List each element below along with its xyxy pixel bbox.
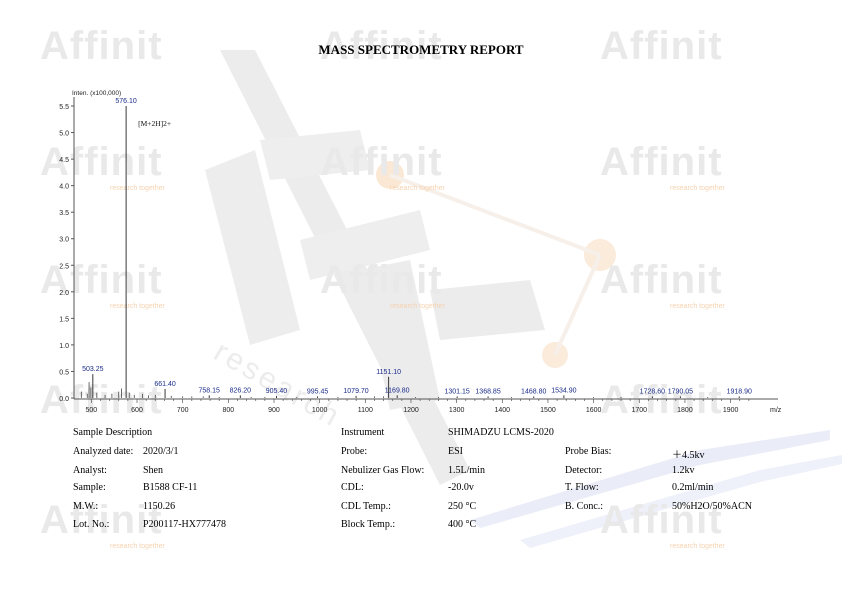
x-tick-label: 700 [177, 407, 189, 414]
nebulizer-gas-flow-value: 1.5L/min [448, 465, 485, 476]
y-tick-label: 2.0 [59, 290, 69, 297]
y-tick-label: 4.5 [59, 157, 69, 164]
y-axis-title: Inten. (x100,000) [72, 90, 121, 97]
peak-label: 1151.10 [376, 369, 401, 376]
x-tick-label: 1200 [403, 407, 419, 414]
x-tick-label: 900 [268, 407, 280, 414]
analyzed-date-label: Analyzed date: [73, 446, 134, 457]
instrument-name: SHIMADZU LCMS-2020 [448, 427, 554, 438]
y-tick-label: 0.5 [59, 369, 69, 376]
x-tick-label: 1500 [540, 407, 556, 414]
peak-annotation: [M+2H]2+ [138, 119, 171, 128]
x-tick-label: 500 [86, 407, 98, 414]
peak-label: 1368.85 [475, 388, 500, 395]
peak-label: 905.40 [266, 388, 288, 395]
x-tick-label: 1100 [358, 407, 373, 414]
block-temp-label: Block Temp.: [341, 519, 396, 530]
cdl-temp-value: 250 °C [448, 501, 477, 512]
y-tick-label: 5.5 [59, 104, 69, 111]
x-axis-title: m/z [770, 407, 782, 414]
peak-label: 995.45 [307, 388, 329, 395]
b-conc-value: 50%H2O/50%ACN [672, 501, 752, 512]
sample-heading: Sample Description [73, 427, 153, 438]
y-tick-label: 4.0 [59, 184, 69, 191]
cdl-temp-label: CDL Temp.: [341, 501, 391, 512]
t-flow-label: T. Flow: [565, 482, 599, 493]
x-tick-label: 600 [131, 407, 143, 414]
peak-label: 1169.80 [385, 387, 410, 394]
probe-bias-value: ＋4.5kv [672, 450, 705, 461]
analyst-value: Shen [143, 465, 163, 476]
peak-label: 1728.60 [640, 388, 665, 395]
peak-label: 1301.15 [445, 388, 470, 395]
peak-label: 576.10 [115, 98, 137, 105]
probe-value: ESI [448, 446, 463, 457]
y-tick-label: 0.0 [59, 396, 69, 403]
peak-label: 1790.05 [668, 388, 693, 395]
detector-label: Detector: [565, 465, 603, 476]
x-tick-label: 1400 [495, 407, 511, 414]
instrument-heading: Instrument [341, 427, 385, 438]
peak-label: 1534.90 [551, 387, 576, 394]
y-tick-label: 3.0 [59, 237, 69, 244]
x-tick-label: 1800 [677, 407, 693, 414]
sample-value: B1588 CF-11 [143, 482, 198, 493]
lot-no-label: Lot. No.: [73, 519, 110, 530]
y-tick-label: 2.5 [59, 263, 69, 270]
peak-label: 503.25 [82, 366, 104, 373]
cdl-value: -20.0v [448, 482, 474, 493]
x-tick-label: 1900 [723, 407, 739, 414]
x-tick-label: 1000 [312, 407, 328, 414]
probe-bias-label: Probe Bias: [565, 446, 612, 457]
mass-spectrum-chart: 0.0 0.5 1.0 1.5 2.0 2.5 3.0 3.5 4.0 4.5 5.0 5.5 500 6… [59, 90, 782, 414]
y-tick-label: 1.0 [59, 343, 69, 350]
x-tick-label: 1300 [449, 407, 465, 414]
peak-label: 1468.80 [521, 388, 546, 395]
mw-value: 1150.26 [143, 501, 176, 512]
analyzed-date-value: 2020/3/1 [143, 446, 179, 457]
probe-label: Probe: [341, 446, 368, 457]
watermark-tagline: research together [670, 543, 725, 550]
block-temp-value: 400 °C [448, 519, 477, 530]
detector-value: 1.2kv [672, 465, 695, 476]
watermark-tagline: research together [110, 543, 165, 550]
mw-label: M.W.: [73, 501, 99, 512]
peak-label: 1918.90 [727, 388, 752, 395]
x-tick-label: 1600 [586, 407, 602, 414]
y-tick-label: 3.5 [59, 210, 69, 217]
nebulizer-gas-flow-label: Nebulizer Gas Flow: [341, 465, 425, 476]
y-tick-label: 5.0 [59, 131, 69, 138]
peak-label: 758.15 [199, 387, 221, 394]
t-flow-value: 0.2ml/min [672, 482, 714, 493]
peak-label: 661.40 [154, 381, 176, 388]
b-conc-label: B. Conc.: [565, 501, 604, 512]
x-tick-label: 800 [222, 407, 234, 414]
cdl-label: CDL: [341, 482, 364, 493]
peak-label: 1079.70 [343, 388, 368, 395]
sample-label: Sample: [73, 482, 106, 493]
peak-label: 826.20 [230, 387, 252, 394]
analyst-label: Analyst: [73, 465, 107, 476]
x-tick-label: 1700 [631, 407, 647, 414]
y-tick-label: 1.5 [59, 316, 69, 323]
lot-no-value: P200117-HX777478 [143, 519, 226, 530]
